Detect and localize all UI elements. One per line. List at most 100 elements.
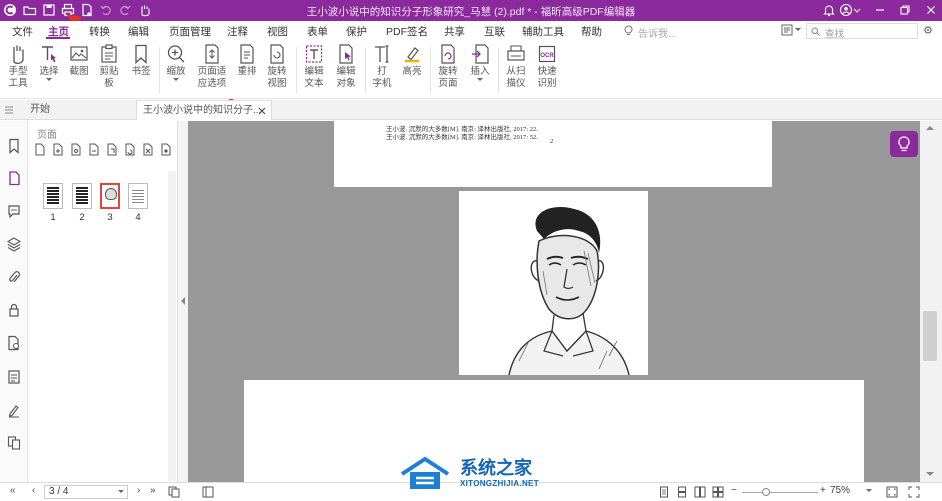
tab-protect[interactable]: 保护 xyxy=(346,24,367,39)
portrait-image xyxy=(459,191,648,376)
restore-icon[interactable] xyxy=(898,3,912,17)
scroll-up-icon[interactable] xyxy=(926,125,934,131)
rotate-page-button[interactable]: 旋转 页面 xyxy=(434,43,462,89)
tab-start[interactable]: 开始 xyxy=(30,100,50,120)
close-icon[interactable] xyxy=(924,3,938,17)
page-thumbnail-4[interactable] xyxy=(128,183,148,209)
highlight-button[interactable]: 高亮 xyxy=(399,43,425,77)
screenshot-button[interactable]: 截图 xyxy=(66,43,92,77)
fullscreen-icon[interactable] xyxy=(908,486,920,498)
scrollbar-thumb[interactable] xyxy=(923,311,937,361)
facing-page-icon[interactable] xyxy=(694,486,706,498)
tab-convert[interactable]: 转换 xyxy=(89,24,110,39)
vertical-scrollbar[interactable] xyxy=(920,121,942,482)
tab-page-manage[interactable]: 页面管理 xyxy=(169,24,211,39)
bookmark-icon[interactable] xyxy=(7,138,21,154)
typewriter-button[interactable]: 打 字机 xyxy=(369,43,395,89)
page-number-input[interactable]: 3 / 4 xyxy=(44,485,128,499)
tab-edit[interactable]: 编辑 xyxy=(128,24,149,39)
ribbon-divider xyxy=(296,47,297,93)
form-icon[interactable] xyxy=(7,369,21,385)
close-tab-icon[interactable] xyxy=(258,107,266,115)
compare-icon[interactable] xyxy=(7,435,21,451)
scan-label-2: 描仪 xyxy=(506,78,526,89)
zoom-out-button[interactable]: − xyxy=(731,485,737,496)
tab-file[interactable]: 文件 xyxy=(12,24,33,39)
tell-me-input[interactable]: 告诉我... xyxy=(638,25,676,40)
continuous-facing-icon[interactable] xyxy=(712,486,724,498)
minimize-icon[interactable] xyxy=(873,3,887,17)
first-page-button[interactable]: « xyxy=(10,485,16,496)
panel-collapse-handle[interactable] xyxy=(178,121,188,482)
select-button[interactable]: 选择 xyxy=(36,43,62,82)
copy-page-icon[interactable] xyxy=(106,143,118,156)
zoom-button[interactable]: 缩放 xyxy=(163,43,189,82)
layers-icon[interactable] xyxy=(7,236,21,252)
document-canvas[interactable]: 王小波. 沉默的大多数[M]. 南京: 译林出版社, 2017: 22. 王小波… xyxy=(188,121,920,482)
zoom-slider-thumb[interactable] xyxy=(762,488,770,496)
tab-comment[interactable]: 注释 xyxy=(227,24,248,39)
zoom-in-button[interactable]: + xyxy=(820,485,826,496)
panel-toggle-icon[interactable] xyxy=(202,486,214,498)
continuous-page-icon[interactable] xyxy=(676,486,688,498)
clipboard-button[interactable]: 剪贴 板 xyxy=(95,43,123,89)
attachment-icon[interactable] xyxy=(7,269,21,285)
search-box[interactable]: 查找 xyxy=(806,23,918,40)
account-icon[interactable] xyxy=(839,3,853,17)
replace-page-icon[interactable] xyxy=(88,143,100,156)
rotate-view-button[interactable]: 旋转 视图 xyxy=(263,43,291,89)
chevron-down-icon[interactable] xyxy=(795,27,801,33)
comment-icon[interactable] xyxy=(7,203,21,219)
page-thumbnail-2[interactable] xyxy=(72,183,92,209)
bookmark-label: 书签 xyxy=(131,66,151,77)
page-settings-icon[interactable] xyxy=(160,143,172,156)
fit-page-icon[interactable] xyxy=(886,486,898,498)
scan-button[interactable]: 从扫 描仪 xyxy=(502,43,530,89)
rotate-page-icon xyxy=(441,44,455,64)
menu-icon[interactable] xyxy=(4,105,14,115)
tab-connect[interactable]: 互联 xyxy=(484,24,505,39)
panel-scrollbar[interactable] xyxy=(168,171,176,481)
insert-button[interactable]: 插入 xyxy=(466,43,494,82)
tab-view[interactable]: 视图 xyxy=(267,24,288,39)
tab-help[interactable]: 帮助 xyxy=(581,24,602,39)
delete-page-icon[interactable] xyxy=(142,143,154,156)
page-copy-icon[interactable] xyxy=(168,486,180,498)
assistant-button[interactable] xyxy=(890,131,918,157)
page-options-icon[interactable] xyxy=(34,143,46,156)
tab-form[interactable]: 表单 xyxy=(307,24,328,39)
edit-object-button[interactable]: 编辑 对象 xyxy=(331,43,361,89)
zoom-slider[interactable] xyxy=(742,492,818,493)
page-thumbnail-1[interactable] xyxy=(43,183,63,209)
insert-page-icon[interactable] xyxy=(52,143,64,156)
next-page-button[interactable]: › xyxy=(137,485,140,496)
pages-icon[interactable] xyxy=(7,170,21,186)
tab-document[interactable]: 王小波小说中的知识分子... xyxy=(136,100,272,120)
single-page-icon[interactable] xyxy=(658,486,670,498)
ocr-button[interactable]: OCR 快速 识别 xyxy=(533,43,561,89)
tab-share[interactable]: 共享 xyxy=(444,24,465,39)
page-thumbnail-3[interactable] xyxy=(100,183,120,209)
fit-page-button[interactable]: 页面适 应选项 xyxy=(194,43,230,89)
reflow-button[interactable]: 重排 xyxy=(234,43,260,77)
extract-page-icon[interactable] xyxy=(70,143,82,156)
signature-icon[interactable] xyxy=(7,402,21,418)
tab-accessibility[interactable]: 辅助工具 xyxy=(522,24,564,39)
layout-icon[interactable] xyxy=(781,24,793,36)
zoom-level[interactable]: 75% xyxy=(830,485,850,496)
edit-text-button[interactable]: 编辑 文本 xyxy=(301,43,327,89)
scroll-down-icon[interactable] xyxy=(926,471,934,477)
last-page-button[interactable]: » xyxy=(150,485,156,496)
settings-icon[interactable] xyxy=(922,24,934,36)
prev-page-button[interactable]: ‹ xyxy=(32,485,35,496)
chevron-down-icon[interactable] xyxy=(853,3,861,17)
chevron-left-icon xyxy=(181,297,185,305)
bookmark-button[interactable]: 书签 xyxy=(128,43,154,77)
lock-icon[interactable] xyxy=(7,302,21,318)
hand-tool-button[interactable]: 手型 工具 xyxy=(4,43,32,89)
bell-icon[interactable] xyxy=(822,3,836,17)
rotate-page-icon[interactable] xyxy=(124,143,136,156)
tab-pdf-sign[interactable]: PDF签名 xyxy=(386,24,428,39)
chevron-down-icon[interactable] xyxy=(866,489,872,493)
document-security-icon[interactable] xyxy=(7,335,21,351)
